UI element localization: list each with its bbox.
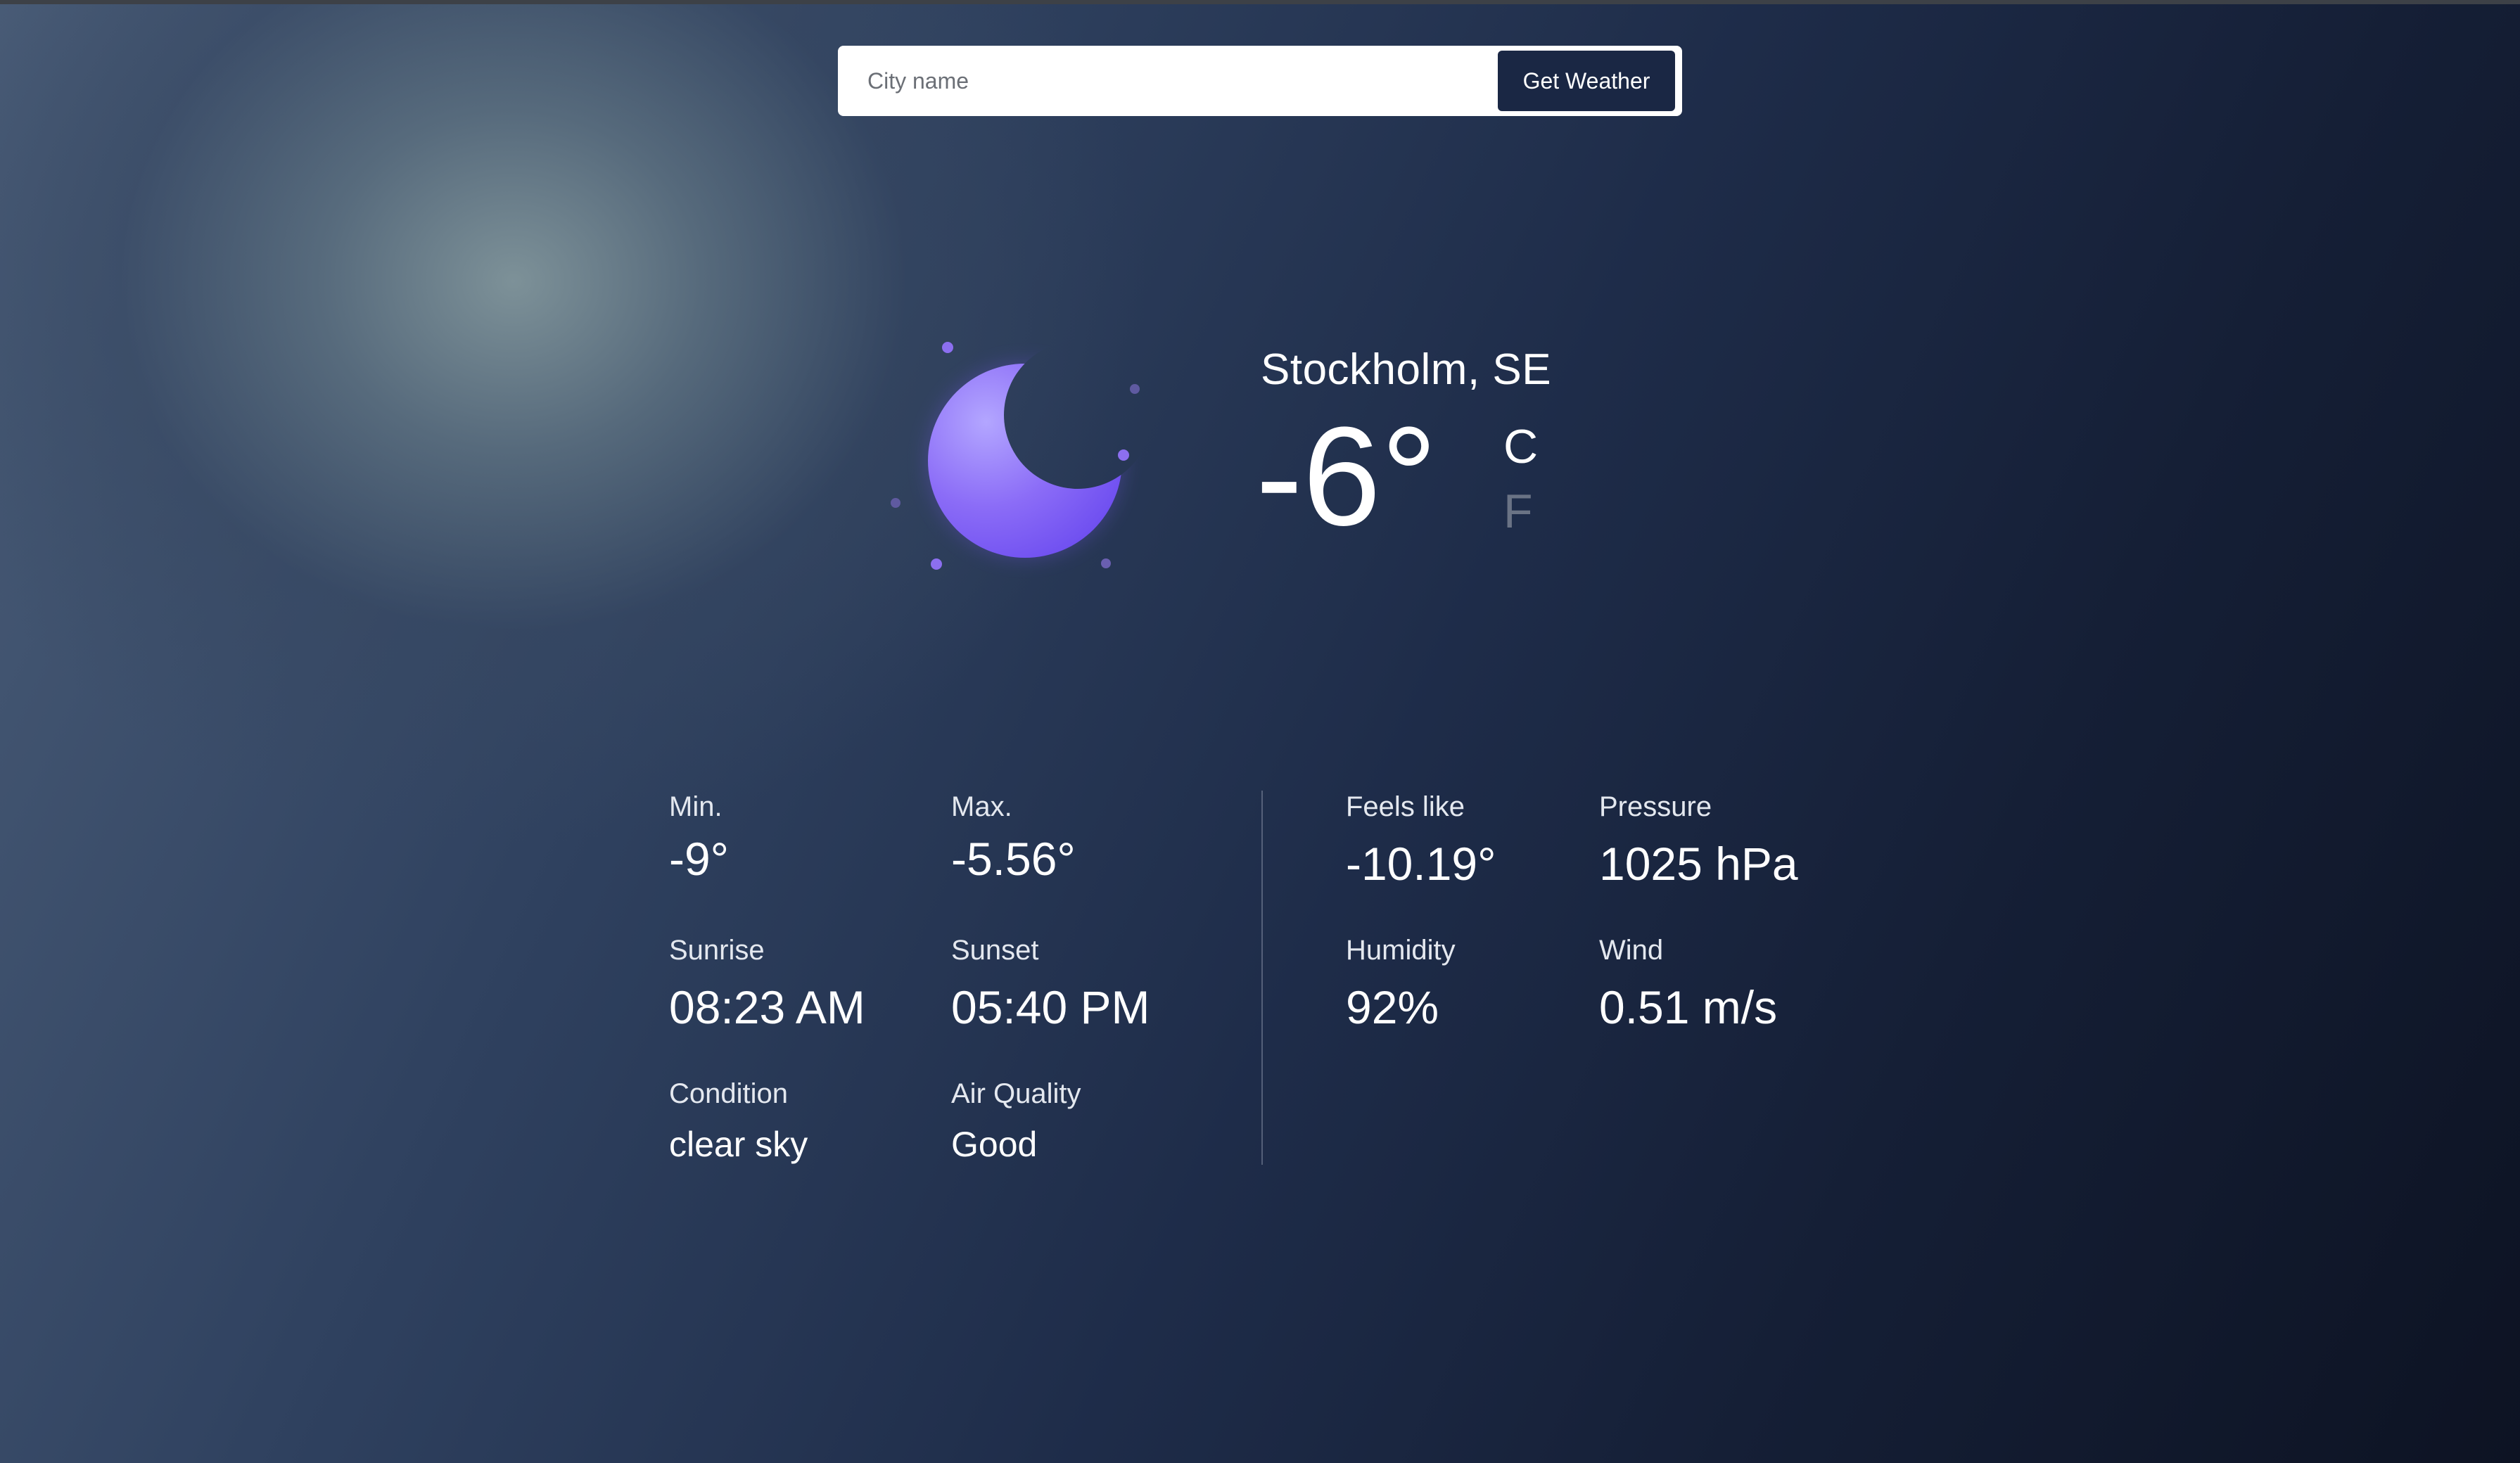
moon-crescent <box>928 364 1122 558</box>
min-temp-label: Min. <box>669 791 723 822</box>
sunrise-value: 08:23 AM <box>669 981 865 1033</box>
city-name: Stockholm, SE <box>1261 345 1552 394</box>
wind-value: 0.51 m/s <box>1599 981 1778 1033</box>
unit-toggle-celsius[interactable]: C <box>1503 419 1538 474</box>
min-temp-value: -9° <box>669 833 730 885</box>
city-search-input[interactable] <box>838 46 1492 116</box>
window-top-border <box>0 0 2520 4</box>
sunset-value: 05:40 PM <box>951 981 1150 1033</box>
sparkle-dot <box>1130 384 1140 394</box>
current-temperature: -6° <box>1256 398 1437 555</box>
sunset-label: Sunset <box>951 935 1039 966</box>
stats-divider <box>1261 791 1263 1165</box>
pressure-label: Pressure <box>1599 791 1712 822</box>
humidity-value: 92% <box>1346 981 1439 1033</box>
get-weather-button[interactable]: Get Weather <box>1498 51 1675 111</box>
wind-label: Wind <box>1599 935 1664 966</box>
sparkle-dot <box>942 342 953 353</box>
moon-icon <box>891 342 1140 570</box>
sparkle-dot <box>931 558 942 570</box>
unit-toggle-fahrenheit[interactable]: F <box>1503 484 1533 539</box>
condition-value: clear sky <box>669 1125 808 1164</box>
search-bar: Get Weather <box>838 46 1682 116</box>
max-temp-value: -5.56° <box>951 833 1076 885</box>
pressure-value: 1025 hPa <box>1599 838 1798 890</box>
sparkle-dot <box>1118 449 1129 461</box>
sparkle-dot <box>891 498 901 508</box>
humidity-label: Humidity <box>1346 935 1456 966</box>
feels-like-value: -10.19° <box>1346 838 1496 890</box>
condition-label: Condition <box>669 1078 789 1109</box>
max-temp-label: Max. <box>951 791 1012 822</box>
sunrise-label: Sunrise <box>669 935 765 966</box>
feels-like-label: Feels like <box>1346 791 1465 822</box>
sparkle-dot <box>1101 558 1111 568</box>
air-quality-value: Good <box>951 1125 1038 1164</box>
air-quality-label: Air Quality <box>951 1078 1081 1109</box>
